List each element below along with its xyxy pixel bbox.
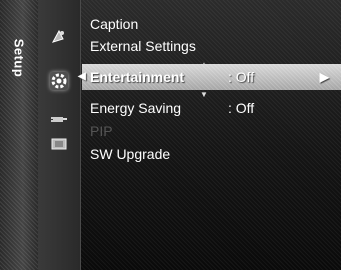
selection-left-arrow-icon: ◀ [78, 71, 86, 82]
menu-item-label: Energy Saving [90, 100, 182, 116]
menu-item-energy-saving[interactable]: Energy Saving : Off [82, 97, 341, 119]
menu-item-value: : Off [228, 69, 255, 85]
menu-item-value: : Off [228, 100, 255, 116]
setup-tab: Setup [0, 0, 39, 270]
menu-item-external-settings[interactable]: External Settings [82, 35, 341, 57]
category-icons [38, 0, 81, 270]
menu-item-entertainment[interactable]: ◀ Entertainment : Off ▶ [78, 64, 341, 90]
menu-item-label: External Settings [90, 38, 196, 54]
setup-menu: Caption External Settings ▲ ◀ Entertainm… [78, 0, 341, 270]
menu-item-label: SW Upgrade [90, 146, 171, 162]
menu-item-caption[interactable]: Caption [82, 13, 341, 35]
plug-icon[interactable] [50, 110, 68, 128]
menu-item-label: PIP [90, 123, 113, 139]
right-arrow-icon[interactable]: ▶ [320, 64, 329, 90]
film-icon[interactable] [50, 135, 68, 153]
menu-item-label: Caption [90, 16, 139, 32]
menu-item-label: Entertainment [90, 69, 185, 85]
section-title: Setup [11, 38, 27, 78]
satellite-dish-icon[interactable] [50, 28, 68, 46]
menu-item-sw-upgrade[interactable]: SW Upgrade [82, 143, 341, 165]
menu-item-pip: PIP [82, 120, 341, 142]
gear-icon[interactable] [50, 72, 68, 90]
tv-menu-screen: Setup Caption External Settings ▲ ◀ Ente… [0, 0, 341, 270]
